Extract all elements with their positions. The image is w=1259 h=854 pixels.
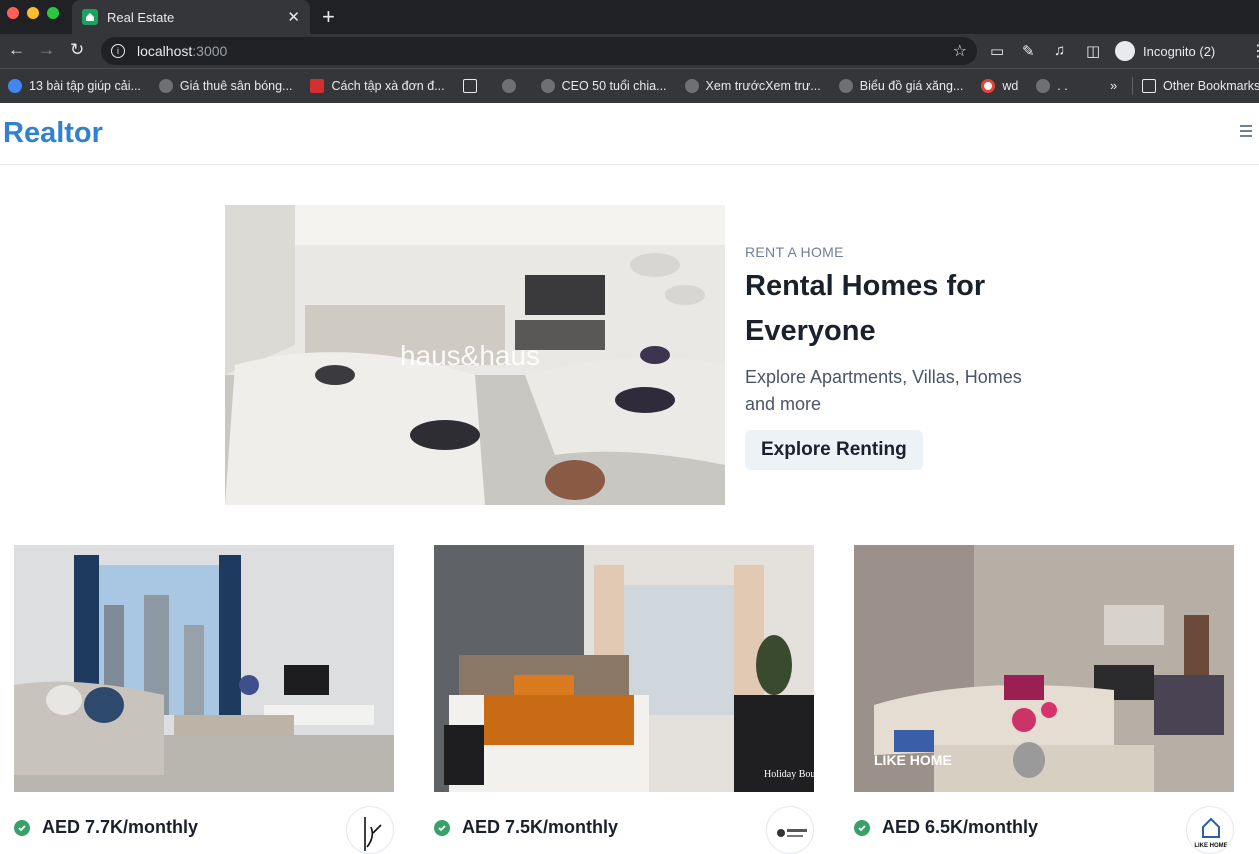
hero-title: Rental Homes for Everyone [745,270,986,347]
close-window-button[interactable] [7,7,19,19]
property-card[interactable]: Holiday Boulevard AED 7.5K/monthly [434,545,814,854]
bookmarks-divider [1132,77,1133,95]
agency-logo[interactable] [766,806,814,854]
globe-icon [838,79,853,93]
bookmark-favicon-icon [8,79,22,93]
hamburger-menu-icon[interactable] [1240,125,1252,140]
k-favicon-icon [310,79,325,93]
price-row: AED 7.5K/monthly [434,817,618,838]
browser-menu-icon[interactable]: ⋮ [1250,41,1259,61]
price-row: AED 6.5K/monthly [854,817,1038,838]
listing-price: AED 7.5K/monthly [462,817,619,837]
minimize-window-button[interactable] [27,7,39,19]
agency-logo[interactable] [346,806,394,854]
bookmark-folder[interactable] [462,79,484,93]
globe-icon [684,79,699,93]
folder-icon [1142,79,1156,93]
bookmarks-overflow-button[interactable]: » [1110,78,1117,93]
like-home-logo-text: LIKE HOME [1194,843,1227,849]
property-card[interactable]: LIKE HOME AED 6.5K/monthly LIKE HOME [854,545,1234,854]
browser-tab[interactable]: Real Estate ✕ [72,0,310,34]
incognito-profile-button[interactable]: Incognito (2) [1115,40,1215,62]
agency-logo[interactable]: LIKE HOME [1186,806,1234,854]
property-image[interactable] [14,545,394,792]
bookmark-item[interactable]: Giá thuê sân bóng... [158,79,292,93]
cast-icon[interactable]: ▭ [990,42,1004,60]
site-info-icon[interactable]: i [111,44,125,58]
hero-eyebrow: RENT A HOME [745,244,844,260]
bookmark-item[interactable]: Xem trướcXem trư... [684,79,821,93]
bookmarks-bar: 13 bài tập giúp cải... Giá thuê sân bóng… [0,68,1259,103]
verified-check-icon [434,819,450,836]
back-arrow-icon[interactable]: ← [8,40,25,60]
google-icon [981,79,996,93]
forward-arrow-icon[interactable]: → [38,40,55,60]
window-controls [7,7,59,19]
media-control-icon[interactable]: ♫ [1054,42,1065,59]
globe-icon [158,79,173,93]
globe-icon [540,79,555,93]
site-logo[interactable]: Realtor [3,117,103,150]
hero-living-room-image: haus&haus [225,205,725,505]
property-image[interactable]: Holiday Boulevard [434,545,814,792]
holiday-boulevard-watermark: Holiday Boulevard [764,769,814,780]
hero-description: Explore Apartments, Villas, Homes and mo… [745,367,1022,414]
site-navbar: Realtor [0,103,1259,165]
browser-toolbar: ← → ↻ i localhost :3000 ☆ ▭ ✎ ♫ ◫ Incogn… [0,34,1259,68]
verified-check-icon [854,819,870,836]
new-tab-button[interactable]: + [322,4,335,30]
bookmark-item[interactable] [501,79,523,93]
bookmark-item[interactable]: 13 bài tập giúp cải... [8,79,141,93]
tab-bar: Real Estate ✕ + [0,0,1259,34]
extensions-puzzle-icon[interactable]: ✎ [1022,42,1035,60]
property-card[interactable]: AED 7.7K/monthly [14,545,394,854]
listing-price: AED 7.7K/monthly [42,817,199,837]
bookmark-item[interactable]: CEO 50 tuổi chia... [540,79,667,93]
price-row: AED 7.7K/monthly [14,817,198,838]
verified-check-icon [14,819,30,836]
hero-image-watermark: haus&haus [400,340,540,371]
listing-price: AED 6.5K/monthly [882,817,1039,837]
browser-chrome: Real Estate ✕ + ← → ↻ i localhost :3000 … [0,0,1259,103]
tab-title: Real Estate [107,9,175,25]
other-bookmarks-folder[interactable]: Other Bookmarks [1142,69,1259,103]
side-panel-icon[interactable]: ◫ [1086,42,1100,60]
globe-icon [1036,79,1051,93]
bookmark-item[interactable]: Biểu đồ giá xăng... [838,79,963,93]
reload-icon[interactable]: ↻ [70,40,84,60]
bookmark-item[interactable]: Cách tập xà đơn đ... [310,79,445,93]
bookmark-item[interactable]: . . [1036,79,1068,93]
incognito-icon [1115,41,1135,61]
folder-icon [462,79,477,93]
url-host: localhost [137,43,193,59]
url-port: :3000 [192,43,228,59]
profile-label: Incognito (2) [1143,43,1216,59]
address-bar[interactable]: i localhost :3000 ☆ [101,37,977,65]
house-favicon-icon [82,9,98,25]
globe-icon [501,79,516,93]
bookmark-star-icon[interactable]: ☆ [953,41,967,61]
bookmark-item[interactable]: wd [981,79,1018,93]
explore-renting-button[interactable]: Explore Renting [745,430,923,470]
like-home-watermark: LIKE HOME [874,752,952,768]
maximize-window-button[interactable] [47,7,59,19]
tab-close-icon[interactable]: ✕ [287,8,300,26]
property-image[interactable]: LIKE HOME [854,545,1234,792]
